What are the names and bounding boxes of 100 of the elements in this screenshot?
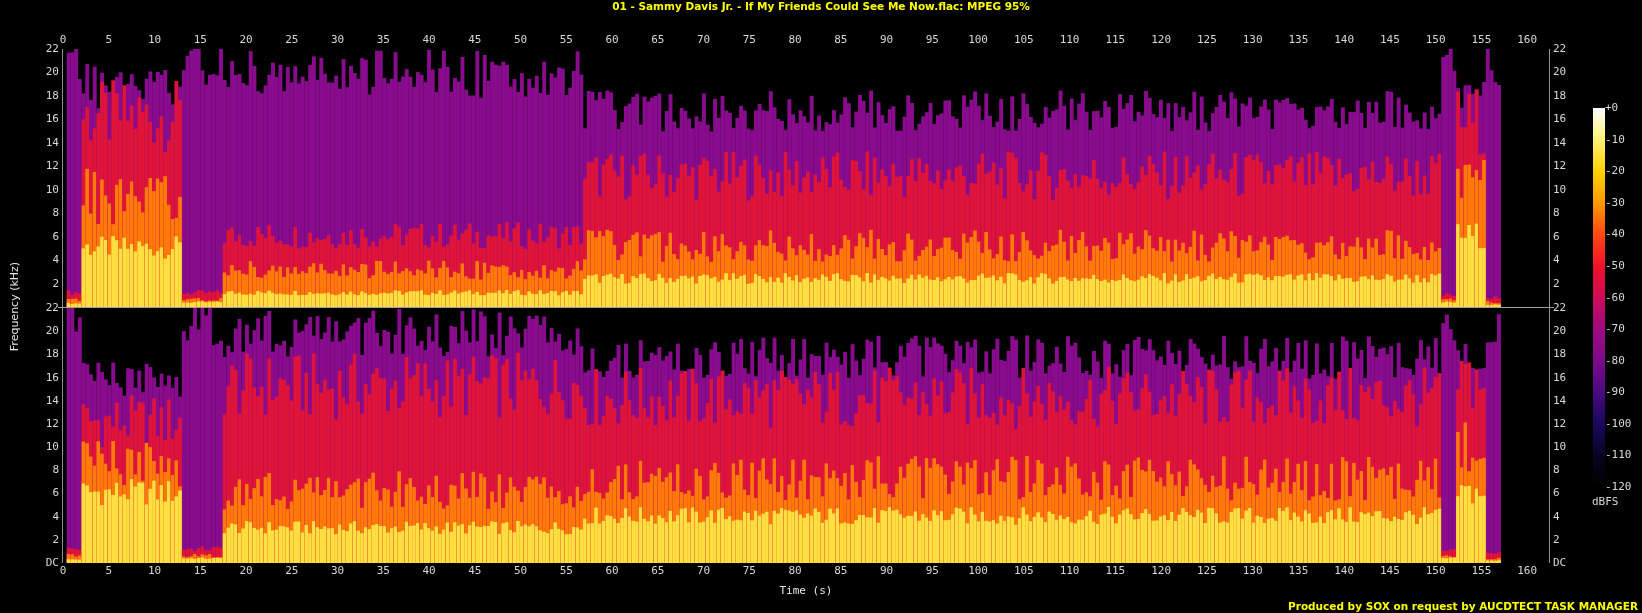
tick-label: 155 (1471, 564, 1492, 578)
tick-label: 135 (1288, 564, 1309, 578)
tick-label: 65 (651, 33, 665, 47)
tick-label: 8 (52, 464, 59, 477)
tick-label: 85 (834, 33, 848, 47)
axis-label: Frequency (kHz) (8, 261, 22, 351)
tick-label: 100 (968, 564, 988, 578)
tick-label: 14 (1553, 136, 1567, 149)
tick-label: 80 (788, 564, 802, 578)
tick-label: 18 (45, 89, 59, 102)
tick-label: DC (45, 557, 59, 569)
tick-label: -30 (1605, 196, 1625, 209)
tick-label: 60 (605, 564, 619, 578)
tick-label: 22 (1553, 302, 1567, 314)
tick-label: 20 (239, 33, 253, 47)
tick-label: 16 (45, 113, 59, 126)
tick-label: 160 (1517, 33, 1538, 47)
tick-label: 8 (1553, 207, 1560, 220)
tick-label: 100 (968, 33, 988, 47)
tick-label: 12 (45, 417, 59, 430)
tick-label: 0 (59, 33, 67, 47)
tick-label: 2 (1553, 533, 1560, 546)
tick-label: -50 (1605, 259, 1625, 272)
tick-label: 40 (422, 564, 436, 578)
tick-label: 70 (696, 33, 711, 47)
tick-label: 2 (1553, 277, 1560, 290)
tick-label: 115 (1105, 564, 1126, 578)
tick-label: +0 (1605, 102, 1619, 114)
tick-label: 145 (1379, 33, 1400, 47)
tick-label: 90 (879, 564, 894, 578)
tick-label: 10 (45, 183, 59, 196)
tick-label: -100 (1605, 417, 1632, 430)
tick-label: 8 (1553, 464, 1560, 477)
axis-label: Time (s) (779, 584, 833, 597)
tick-label: 10 (45, 441, 59, 454)
unit-label: dBFS (1592, 495, 1619, 508)
tick-label: 8 (52, 207, 59, 220)
tick-label: 10 (147, 564, 162, 578)
tick-label: -80 (1605, 354, 1625, 367)
tick-label: 10 (147, 33, 162, 47)
tick-label: 120 (1151, 33, 1171, 47)
tick-label: 4 (52, 510, 59, 523)
tick-label: 160 (1517, 564, 1538, 578)
tick-label: -110 (1605, 449, 1632, 462)
tick-label: 15 (193, 33, 207, 47)
tick-label: -40 (1605, 228, 1625, 241)
tick-label: 155 (1471, 33, 1492, 47)
tick-label: 18 (1553, 348, 1567, 361)
tick-label: 85 (834, 564, 848, 578)
tick-label: 4 (1553, 254, 1560, 267)
tick-label: 65 (651, 564, 665, 578)
tick-label: 120 (1151, 564, 1171, 578)
tick-label: 10 (1553, 183, 1567, 196)
tick-label: 14 (45, 136, 59, 149)
tick-label: 90 (879, 33, 894, 47)
tick-label: 20 (45, 325, 59, 338)
tick-label: 130 (1242, 564, 1263, 578)
tick-label: 150 (1425, 564, 1446, 578)
credit-text: Produced by SOX on request by AUCDTECT TASK MANAGER (1288, 600, 1638, 613)
tick-label: 30 (330, 564, 345, 578)
tick-label: 20 (45, 66, 59, 79)
tick-label: 95 (925, 564, 939, 578)
tick-label: 18 (1553, 89, 1567, 102)
tick-label: -90 (1605, 386, 1625, 399)
tick-label: 20 (239, 564, 253, 578)
tick-label: 150 (1425, 33, 1446, 47)
tick-label: 30 (330, 33, 345, 47)
tick-label: 5 (105, 33, 113, 47)
tick-label: 105 (1013, 564, 1034, 578)
tick-label: 14 (1553, 394, 1567, 407)
tick-label: 125 (1196, 33, 1217, 47)
tick-label: -70 (1605, 323, 1625, 336)
tick-label: 45 (468, 564, 482, 578)
tick-label: 25 (285, 564, 299, 578)
tick-label: 50 (513, 564, 528, 578)
tick-label: 16 (1553, 371, 1567, 384)
tick-label: 80 (788, 33, 802, 47)
tick-label: -20 (1605, 165, 1625, 178)
tick-label: 16 (1553, 113, 1567, 126)
tick-label: -10 (1605, 133, 1625, 146)
tick-label: 20 (1553, 325, 1567, 338)
tick-label: 12 (45, 160, 59, 173)
tick-label: 115 (1105, 33, 1126, 47)
tick-label: 50 (513, 33, 528, 47)
tick-label: 75 (742, 33, 756, 47)
tick-label: 6 (52, 487, 59, 500)
tick-label: 130 (1242, 33, 1263, 47)
tick-label: 70 (696, 564, 711, 578)
tick-label: 110 (1059, 33, 1080, 47)
tick-label: 15 (193, 564, 207, 578)
tick-label: 22 (45, 302, 59, 314)
tick-label: 135 (1288, 33, 1309, 47)
tick-label: 55 (559, 564, 573, 578)
tick-label: 40 (422, 33, 436, 47)
tick-label: 45 (468, 33, 482, 47)
tick-label: 12 (1553, 417, 1567, 430)
tick-label: -120 (1605, 481, 1632, 493)
tick-label: 4 (52, 254, 59, 267)
tick-label: -60 (1605, 291, 1625, 304)
tick-label: 6 (1553, 487, 1560, 500)
